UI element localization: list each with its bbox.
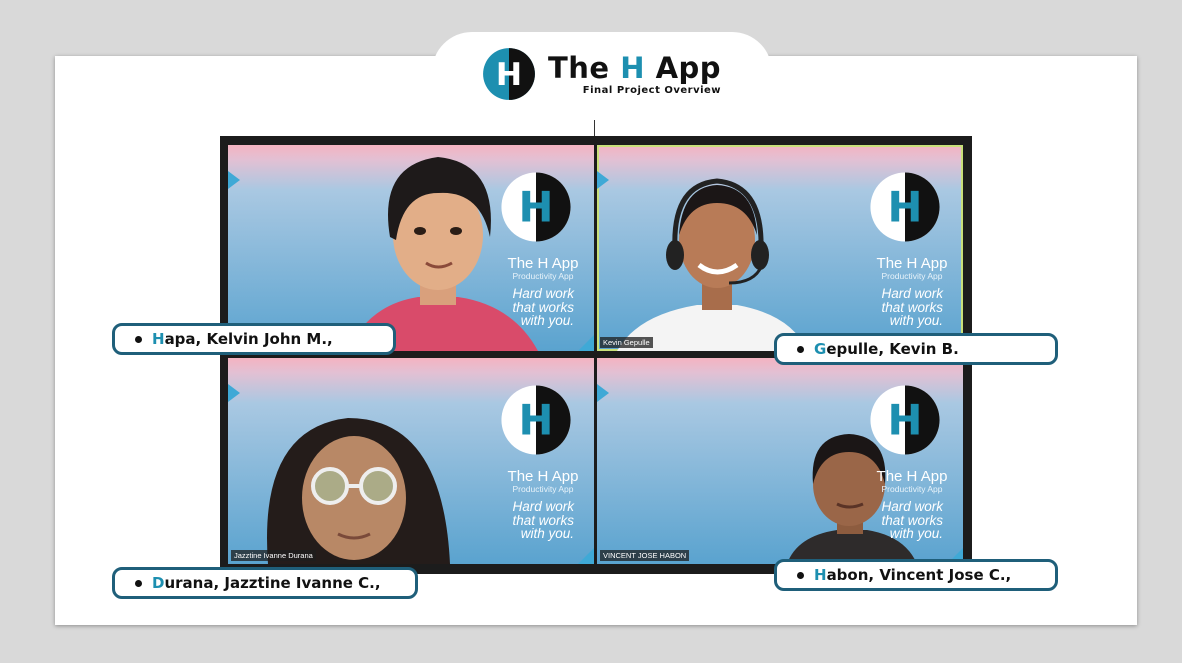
name-label-durana: Durana, Jazztine Ivanne C., xyxy=(112,567,418,599)
triangle-decoration-icon xyxy=(228,384,240,402)
participant-video-gepulle xyxy=(617,178,807,351)
tile-app-type: Productivity App xyxy=(512,484,574,494)
slogan-line-3: with you. xyxy=(889,313,943,328)
triangle-decoration-icon xyxy=(228,171,240,189)
bullet-icon xyxy=(797,345,804,353)
brand-header: H The H App Final Project Overview xyxy=(482,46,721,102)
slogan-line-1: Hard work xyxy=(512,286,574,301)
name-label-gepulle: Gepulle, Kevin B. xyxy=(774,333,1058,365)
h-app-logo-icon: H xyxy=(483,48,535,100)
h-logo-icon: H xyxy=(501,172,571,242)
tile-logo-letter: H xyxy=(888,395,923,444)
brand-subtitle: Final Project Overview xyxy=(582,84,722,96)
name-rest: abon, Vincent Jose C., xyxy=(826,566,1012,584)
tile-app-name: The H App xyxy=(507,468,579,485)
corner-decoration-icon xyxy=(578,548,594,564)
name-initial: H xyxy=(152,330,165,348)
tile-app-type: Productivity App xyxy=(881,271,943,281)
name-rest: urana, Jazztine Ivanne C., xyxy=(164,574,381,592)
brand-title: The H App xyxy=(548,53,721,83)
participant-name-tag: Kevin Gepulle xyxy=(600,337,653,348)
bullet-icon xyxy=(797,571,804,579)
brand-text: The H App Final Project Overview xyxy=(548,53,721,96)
tile-logo-letter: H xyxy=(888,182,923,231)
video-tile-durana[interactable]: H The H App Productivity App Hard work t… xyxy=(228,358,594,564)
h-logo-icon: H xyxy=(501,385,571,455)
triangle-decoration-icon xyxy=(597,384,609,402)
slogan-line-2: that works xyxy=(512,512,574,528)
name-label-habon: Habon, Vincent Jose C., xyxy=(774,559,1058,591)
name-initial: D xyxy=(152,574,165,592)
slogan-line-1: Hard work xyxy=(512,499,574,514)
tile-app-name: The H App xyxy=(876,255,948,272)
video-tile-habon[interactable]: H The H App Productivity App Hard work t… xyxy=(597,358,963,564)
slogan-line-2: that works xyxy=(881,512,943,528)
name-initial: H xyxy=(814,566,827,584)
participant-name-tag: Jazztine Ivanne Durana xyxy=(231,550,316,561)
tile-app-type: Productivity App xyxy=(512,271,574,281)
video-tile-hapa[interactable]: H The H App Productivity App Hard work t… xyxy=(228,145,594,351)
brand-title-prefix: The xyxy=(548,50,621,85)
participant-name-tag: VINCENT JOSE HABON xyxy=(600,550,690,561)
h-logo-icon: H xyxy=(870,172,940,242)
tile-slogan: Hard work that works with you. xyxy=(490,287,574,328)
slogan-line-3: with you. xyxy=(889,526,943,541)
video-tile-gepulle[interactable]: H The H App Productivity App Hard work t… xyxy=(597,145,963,351)
brand-title-accent: H xyxy=(620,50,645,85)
participant-video-durana xyxy=(267,418,450,564)
name-rest: epulle, Kevin B. xyxy=(826,340,959,358)
bullet-icon xyxy=(135,579,142,587)
tile-logo-letter: H xyxy=(519,182,554,231)
name-initial: G xyxy=(814,340,827,358)
bullet-icon xyxy=(135,335,142,343)
h-logo-icon: H xyxy=(870,385,940,455)
slogan-line-1: Hard work xyxy=(881,286,943,301)
name-label-hapa: Hapa, Kelvin John M., xyxy=(112,323,396,355)
slogan-line-1: Hard work xyxy=(881,499,943,514)
tile-app-type: Productivity App xyxy=(881,484,943,494)
brand-title-suffix: App xyxy=(644,50,722,85)
brand-logo-letter: H xyxy=(496,57,522,93)
slogan-line-3: with you. xyxy=(520,313,574,328)
triangle-decoration-icon xyxy=(597,171,609,189)
name-rest: apa, Kelvin John M., xyxy=(164,330,333,348)
tile-app-name: The H App xyxy=(507,255,579,272)
corner-decoration-icon xyxy=(578,335,594,351)
slogan-line-3: with you. xyxy=(520,526,574,541)
tile-slogan: Hard work that works with you. xyxy=(490,500,574,541)
tile-slogan: Hard work that works with you. xyxy=(859,500,943,541)
tile-logo-letter: H xyxy=(519,395,554,444)
slogan-line-2: that works xyxy=(512,299,574,315)
tile-app-name: The H App xyxy=(876,468,948,485)
tile-slogan: Hard work that works with you. xyxy=(859,287,943,328)
slogan-line-2: that works xyxy=(881,299,943,315)
